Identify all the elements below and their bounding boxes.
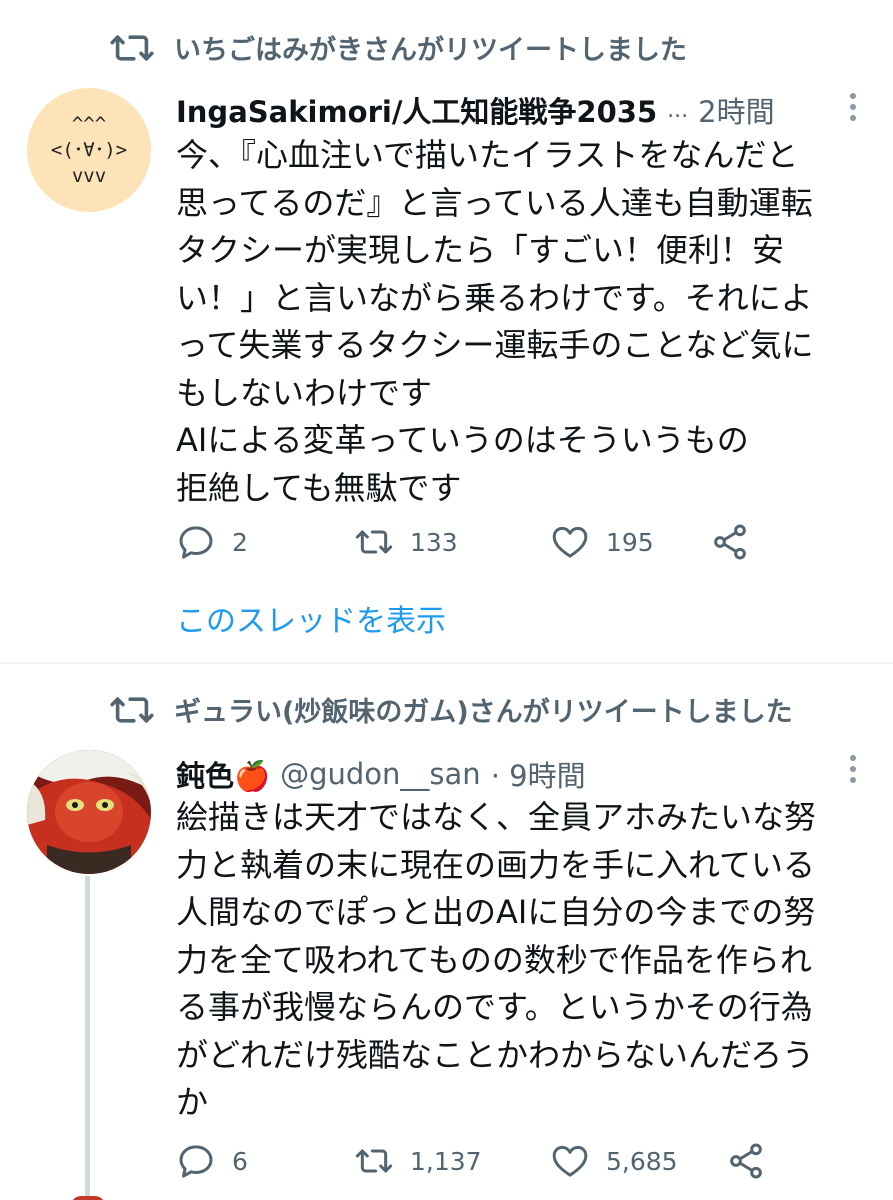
avatar-illustration [27, 750, 151, 874]
reply-button[interactable]: 6 [176, 1141, 354, 1181]
avatar[interactable]: ^^^ <(･∀･)> vvv [27, 88, 151, 212]
share-button[interactable] [710, 522, 750, 562]
show-thread-link[interactable]: このスレッドを表示 [176, 596, 446, 640]
avatar-kaomoji: ^^^ <(･∀･)> vvv [50, 113, 128, 187]
retweet-count: 1,137 [410, 1146, 482, 1176]
share-button[interactable] [726, 1141, 766, 1181]
reply-icon [179, 1145, 213, 1178]
like-icon [552, 1145, 588, 1177]
retweet-context-label: いちごはみがきさんがリツイートしました [174, 35, 687, 66]
reply-button[interactable]: 2 [176, 522, 354, 562]
retweet-context[interactable]: いちごはみがきさんがリツイートしました [110, 28, 687, 67]
retweet-button[interactable]: 1,137 [354, 1141, 550, 1181]
retweet-icon [355, 1149, 393, 1173]
display-name[interactable]: 鈍色🍎 [176, 753, 270, 795]
timeline-feed: いちごはみがきさんがリツイートしました ^^^ <(･∀･)> vvv Inga… [0, 0, 893, 1200]
reply-count: 6 [232, 1146, 248, 1176]
tweet-header: 鈍色🍎 @gudon__san · 9時間 [176, 754, 586, 794]
handle[interactable]: @gudon__san [280, 757, 481, 791]
tweet[interactable]: いちごはみがきさんがリツイートしました ^^^ <(･∀･)> vvv Inga… [0, 0, 893, 663]
more-icon[interactable] [849, 754, 857, 784]
like-button[interactable]: 195 [550, 522, 710, 562]
retweet-button[interactable]: 133 [354, 522, 550, 562]
like-count: 5,685 [606, 1146, 678, 1176]
display-name[interactable]: IngaSakimori/人工知能戦争2035 [176, 89, 657, 131]
like-icon [552, 526, 588, 558]
retweet-count: 133 [410, 527, 458, 557]
timestamp[interactable]: 2時間 [698, 89, 774, 131]
avatar[interactable] [27, 750, 151, 874]
retweet-context[interactable]: ギュラい(炒飯味のガム)さんがリツイートしました [110, 690, 793, 729]
action-bar: 6 1,137 5,685 [176, 1139, 776, 1183]
retweet-icon [110, 34, 154, 61]
reply-icon [179, 526, 213, 559]
tweet[interactable]: ギュラい(炒飯味のガム)さんがリツイートしました 鈍色🍎 @gudon__san… [0, 664, 893, 1200]
share-icon [730, 1143, 762, 1179]
next-tweet-avatar-edge [71, 1196, 105, 1200]
like-count: 195 [606, 527, 654, 557]
action-bar: 2 133 195 [176, 520, 776, 564]
thread-connector-line [85, 876, 90, 1200]
retweet-context-label: ギュラい(炒飯味のガム)さんがリツイートしました [174, 697, 793, 728]
handle-truncated[interactable]: ... [667, 98, 688, 123]
retweet-icon [355, 530, 393, 554]
like-button[interactable]: 5,685 [550, 1141, 726, 1181]
tweet-text: 絵描きは天才ではなく、全員アホみたいな努 力と執着の末に現在の画力を手に入れてい… [176, 798, 817, 1121]
reply-count: 2 [232, 527, 248, 557]
tweet-text: 今、『心血注いで描いたイラストをなんだと 思ってるのだ』と言っている人達も自動運… [176, 136, 814, 507]
timestamp[interactable]: · 9時間 [491, 753, 586, 795]
tweet-header: IngaSakimori/人工知能戦争2035 ... 2時間 [176, 90, 775, 130]
more-icon[interactable] [849, 92, 857, 122]
retweet-icon [110, 696, 154, 723]
share-icon [714, 524, 746, 560]
